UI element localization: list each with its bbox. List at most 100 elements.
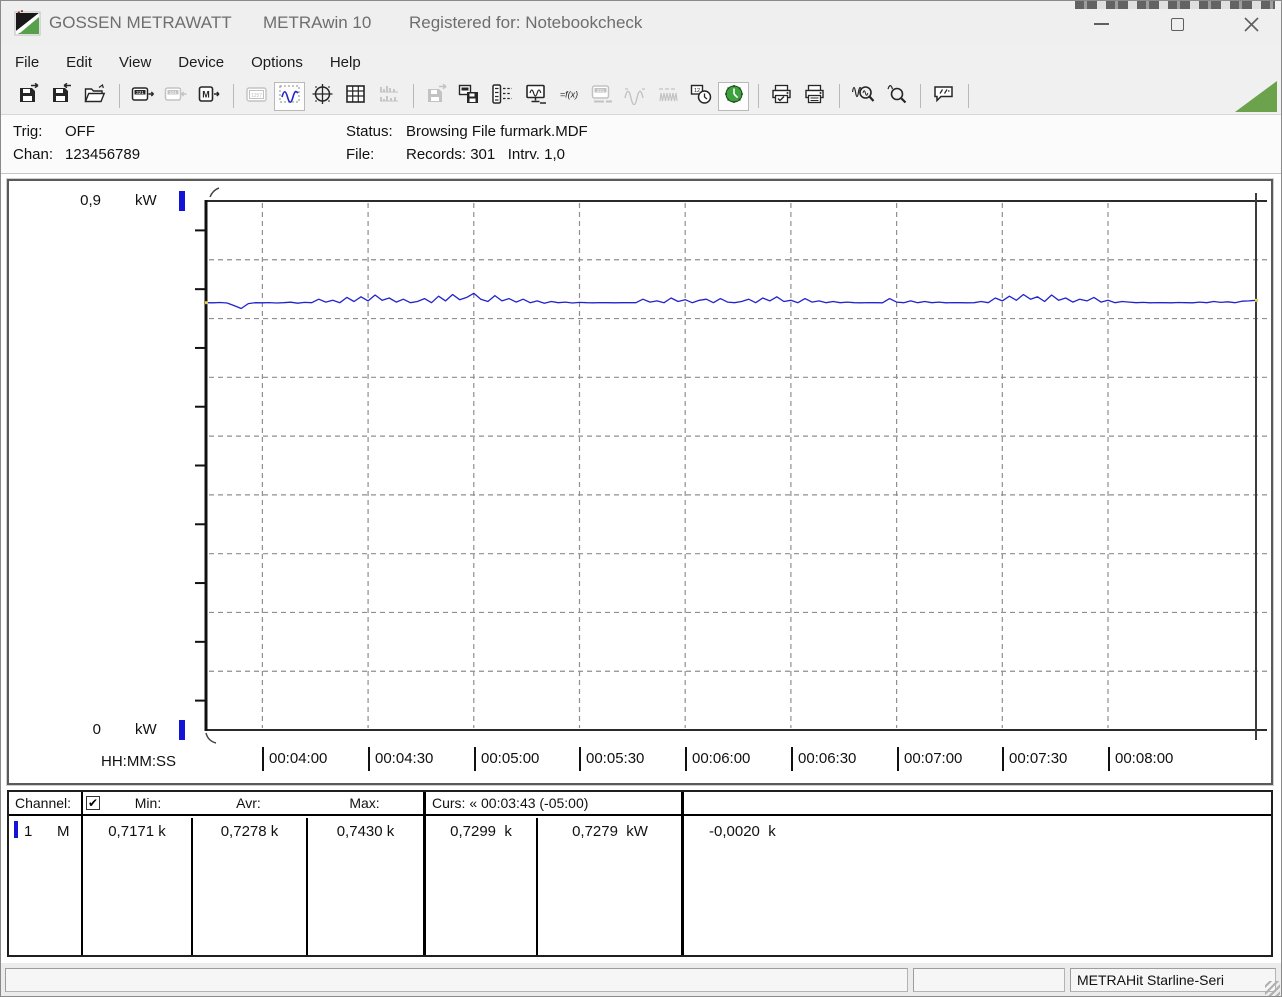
toolbar: 321 321 M 1257 =f(x) 321 xyxy=(1,78,1281,115)
floppy-export-icon xyxy=(17,83,41,110)
wave-compressed-button[interactable] xyxy=(652,82,683,111)
wave-compressed-icon xyxy=(656,83,680,110)
header-cursor: Curs: « 00:03:43 (-05:00) xyxy=(432,795,588,811)
histogram-button[interactable] xyxy=(373,82,404,111)
menu-file[interactable]: File xyxy=(15,54,39,71)
chart-xy-button[interactable] xyxy=(307,82,338,111)
chan-label: Chan: xyxy=(13,146,65,163)
meter-read-icon: 321 xyxy=(131,83,155,110)
zoom-in-wave-icon xyxy=(851,83,875,110)
background-window-sliver xyxy=(1075,1,1275,9)
floppy-import-icon xyxy=(50,83,74,110)
channel-row[interactable]: 1 M 0,7171 k 0,7278 k 0,7430 k 0,7299 k … xyxy=(9,818,1271,842)
value-max: 0,7430 k xyxy=(308,823,423,840)
toolbar-separator xyxy=(233,84,234,108)
menu-view[interactable]: View xyxy=(119,54,151,71)
save-file-export-button[interactable] xyxy=(13,82,44,111)
x-axis-tick: 00:07:30 xyxy=(1002,747,1067,771)
chart-panel: 0,9 kW 0 kW HH:MM:SS 00:04:0000:04:3000:… xyxy=(7,179,1273,785)
maximize-button[interactable] xyxy=(1157,11,1197,37)
table-values-button[interactable] xyxy=(340,82,371,111)
device-to-disk-button[interactable] xyxy=(454,82,485,111)
floppy-export-gray-icon xyxy=(425,83,449,110)
printer-check-icon xyxy=(770,83,794,110)
minimize-button[interactable] xyxy=(1081,11,1121,37)
stats-checkbox[interactable]: ✔ xyxy=(86,796,100,810)
time-absolute-button[interactable] xyxy=(718,82,749,111)
time-copy-button[interactable]: 12 xyxy=(685,82,716,111)
write-device-button[interactable]: 321 xyxy=(160,82,191,111)
toolbar-separator xyxy=(839,84,840,108)
menu-device[interactable]: Device xyxy=(178,54,224,71)
export-disk-button[interactable] xyxy=(421,82,452,111)
statusbar-cell-middle xyxy=(913,968,1065,992)
toolbar-separator xyxy=(758,84,759,108)
zoom-out-button[interactable] xyxy=(880,82,911,111)
print-preview-button[interactable] xyxy=(766,82,797,111)
toolbar-separator xyxy=(968,84,969,108)
green-clock-icon xyxy=(722,83,746,110)
value-min: 0,7171 k xyxy=(83,823,191,840)
svg-text:321: 321 xyxy=(136,89,144,94)
channel-marker-top xyxy=(179,191,185,211)
channel-list-icon xyxy=(491,83,515,110)
device-settings-button[interactable]: 321 xyxy=(586,82,617,111)
channel-number: 1 xyxy=(24,823,32,840)
crosshair-scope-icon xyxy=(311,83,335,110)
status-bar: METRAHit Starline-Seri xyxy=(1,963,1281,997)
menu-help[interactable]: Help xyxy=(330,54,361,71)
header-avr: Avr: xyxy=(191,795,306,811)
title-bar[interactable]: GOSSEN METRAWATT METRAwin 10 Registered … xyxy=(1,1,1281,46)
annotation-button[interactable] xyxy=(928,82,959,111)
close-button[interactable] xyxy=(1231,11,1271,37)
y-axis-unit-top: kW xyxy=(135,192,157,209)
y-axis-unit-bottom: kW xyxy=(135,721,157,738)
value-cursor2: 0,7279 kW xyxy=(539,823,681,840)
zoom-in-button[interactable] xyxy=(847,82,878,111)
svg-text:321: 321 xyxy=(596,87,604,92)
table-divider xyxy=(423,792,426,955)
x-axis-tick-row: 00:04:0000:04:3000:05:0000:05:3000:06:00… xyxy=(9,747,1271,773)
read-memory-button[interactable]: M xyxy=(193,82,224,111)
menu-options[interactable]: Options xyxy=(251,54,303,71)
power-chart[interactable] xyxy=(9,181,1271,783)
memory-read-icon: M xyxy=(197,83,221,110)
minimize-icon xyxy=(1094,23,1109,25)
print-button[interactable] xyxy=(799,82,830,111)
x-axis-tick: 00:05:00 xyxy=(474,747,539,771)
channel-setup-button[interactable] xyxy=(487,82,518,111)
trig-value: OFF xyxy=(65,123,95,140)
histogram-icon xyxy=(377,83,401,110)
title-brand: GOSSEN METRAWATT xyxy=(49,13,232,33)
title-app-name: METRAwin 10 xyxy=(263,13,371,33)
svg-text:1257: 1257 xyxy=(250,92,261,98)
app-window: GOSSEN METRAWATT METRAwin 10 Registered … xyxy=(0,0,1282,997)
read-device-button[interactable]: 321 xyxy=(127,82,158,111)
value-delta: -0,0020 k xyxy=(709,823,776,840)
header-channel: Channel: xyxy=(15,795,71,811)
toolbar-separator xyxy=(119,84,120,108)
trig-label: Trig: xyxy=(13,123,65,140)
zoom-out-wave-icon xyxy=(884,83,908,110)
chan-value: 123456789 xyxy=(65,146,140,163)
save-file-import-button[interactable] xyxy=(46,82,77,111)
open-file-button[interactable] xyxy=(79,82,110,111)
menu-edit[interactable]: Edit xyxy=(66,54,92,71)
wave-single-icon xyxy=(623,83,647,110)
formula-icon: =f(x) xyxy=(556,83,582,110)
status-value: Browsing File furmark.MDF xyxy=(406,123,588,140)
app-logo-icon xyxy=(14,10,42,41)
table-divider xyxy=(681,792,684,955)
monitor-scope-button[interactable] xyxy=(520,82,551,111)
header-max: Max: xyxy=(306,795,423,811)
toolbar-separator xyxy=(920,84,921,108)
display-values-button[interactable]: 1257 xyxy=(241,82,272,111)
resize-grip[interactable] xyxy=(1265,981,1280,996)
chart-yt-button[interactable] xyxy=(274,82,305,111)
note-bubble-icon xyxy=(932,83,956,110)
trigger-status: Trig:OFF xyxy=(13,123,95,140)
wave-single-button[interactable] xyxy=(619,82,650,111)
formula-button[interactable]: =f(x) xyxy=(553,82,584,111)
menu-bar: File Edit View Device Options Help xyxy=(1,46,1281,78)
y-axis-max-label: 0,9 xyxy=(59,192,101,209)
